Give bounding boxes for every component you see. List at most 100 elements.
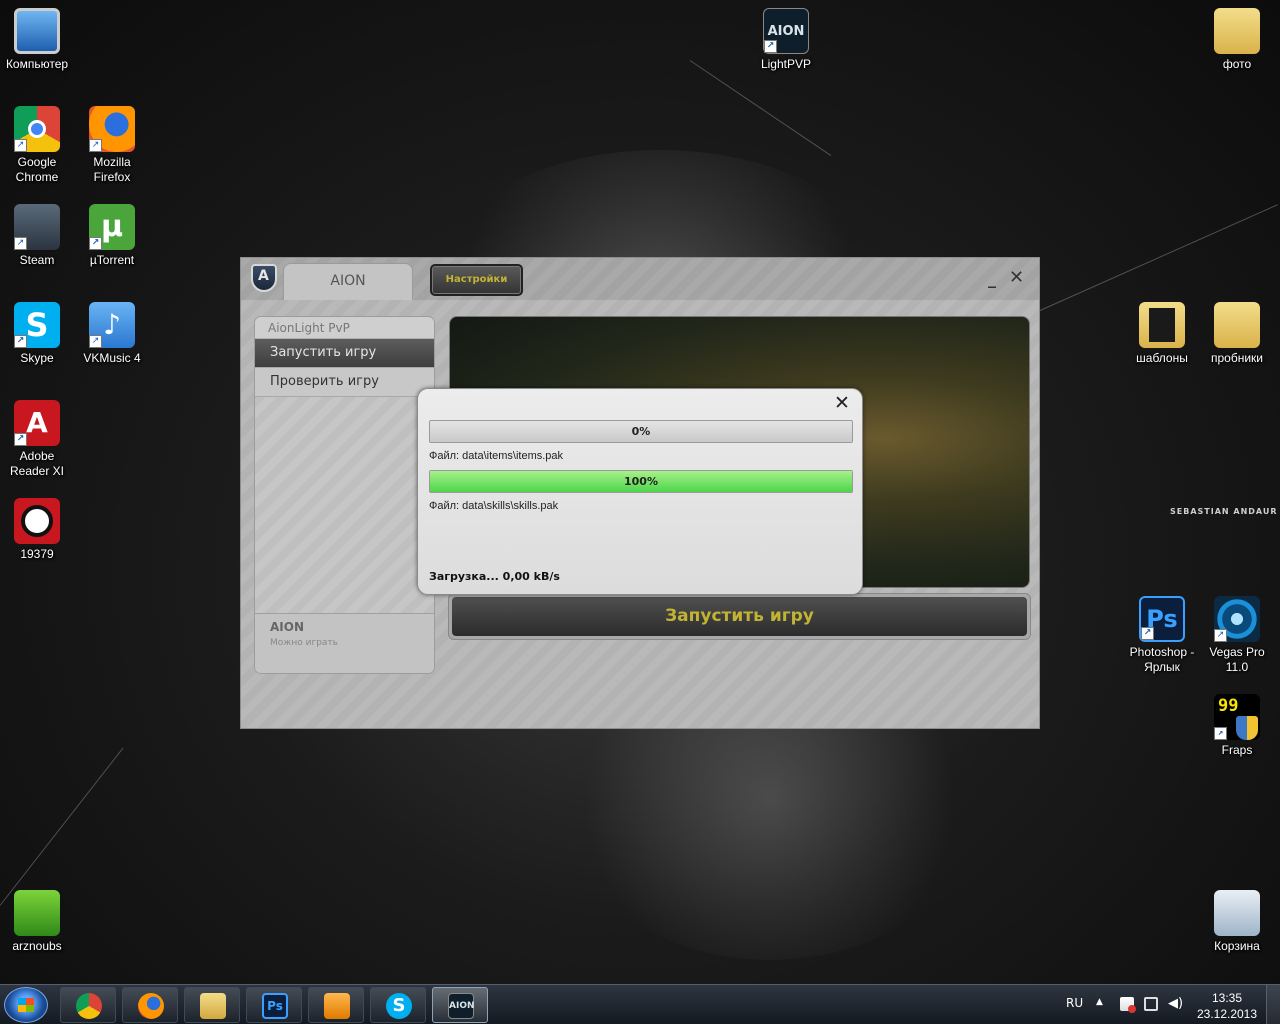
aion-icon: AION ↗ xyxy=(763,8,809,54)
desktop-icon-arznoubs[interactable]: arznoubs xyxy=(0,890,74,954)
clock-date: 23.12.2013 xyxy=(1196,1007,1258,1021)
progress-bar: 100% xyxy=(429,470,853,493)
steam-icon: ↗ xyxy=(14,204,60,250)
footer-title: AION xyxy=(270,620,304,634)
computer-icon xyxy=(14,8,60,54)
icon-label: Vegas Pro 11.0 xyxy=(1209,645,1265,674)
chrome-icon: ↗ xyxy=(14,106,60,152)
desktop-icon-steam[interactable]: ↗ Steam xyxy=(0,204,74,268)
icon-label: фото xyxy=(1222,57,1252,71)
wheel-icon xyxy=(14,498,60,544)
media-player-icon xyxy=(324,993,350,1019)
shortcut-arrow-icon: ↗ xyxy=(89,139,102,152)
show-desktop-button[interactable] xyxy=(1266,985,1280,1024)
folder-icon xyxy=(1139,302,1185,348)
folder-icon xyxy=(200,993,226,1019)
desktop-icon-skype[interactable]: S ↗ Skype xyxy=(0,302,74,366)
icon-label: пробники xyxy=(1210,351,1263,365)
fraps-icon: 99 ↗ xyxy=(1214,694,1260,740)
sidebar-item-check-game[interactable]: Проверить игру xyxy=(255,368,434,397)
desktop-icon-computer[interactable]: Компьютер xyxy=(0,8,74,72)
desktop-icon-shablony[interactable]: шаблоны xyxy=(1125,302,1199,366)
close-button[interactable]: ✕ xyxy=(1009,268,1025,288)
icon-label: Adobe Reader XI xyxy=(9,449,65,478)
start-button[interactable] xyxy=(4,987,48,1023)
taskbar-item-chrome[interactable] xyxy=(60,987,116,1023)
desktop-icon-vegas[interactable]: ↗ Vegas Pro 11.0 xyxy=(1200,596,1274,675)
skype-glyph: S xyxy=(25,306,49,344)
desktop-icon-utorrent[interactable]: µ ↗ µTorrent xyxy=(75,204,149,268)
icon-label: µTorrent xyxy=(89,253,135,267)
desktop-icon-foto[interactable]: фото xyxy=(1200,8,1274,72)
dialog-close-button[interactable]: ✕ xyxy=(832,391,852,415)
shortcut-arrow-icon: ↗ xyxy=(14,335,27,348)
progress-bar: 0% xyxy=(429,420,853,443)
desktop-icon-lightpvp[interactable]: AION ↗ LightPVP xyxy=(749,8,823,72)
shortcut-arrow-icon: ↗ xyxy=(14,139,27,152)
clock-time: 13:35 xyxy=(1211,991,1243,1005)
taskbar-item-media-player[interactable] xyxy=(308,987,364,1023)
wallpaper-watermark: SEBASTIAN ANDAUR xyxy=(1170,507,1278,516)
shortcut-arrow-icon: ↗ xyxy=(89,335,102,348)
icon-label: arznoubs xyxy=(12,939,62,953)
download-speed: Загрузка... 0,00 kB/s xyxy=(429,570,560,583)
taskbar-item-skype[interactable]: S xyxy=(370,987,426,1023)
desktop-icon-photoshop[interactable]: Ps ↗ Photoshop - Ярлык xyxy=(1125,596,1199,675)
action-center-icon[interactable] xyxy=(1120,997,1136,1013)
icon-label: Компьютер xyxy=(5,57,69,71)
utorrent-glyph: µ xyxy=(100,209,124,244)
icon-label: Google Chrome xyxy=(15,155,59,184)
taskbar: Ps S AION RU ▲ ◀) 13:35 23.12.2013 xyxy=(0,984,1280,1024)
network-icon[interactable] xyxy=(1144,997,1158,1011)
folder-icon xyxy=(1214,302,1260,348)
vkmusic-icon: ♪ ↗ xyxy=(89,302,135,348)
fraps-glyph: 99 xyxy=(1218,696,1239,716)
desktop-icon-adobe-reader[interactable]: A ↗ Adobe Reader XI xyxy=(0,400,74,479)
desktop-icon-19379[interactable]: 19379 xyxy=(0,498,74,562)
wallpaper-decoration xyxy=(689,60,832,156)
desktop-icon-probniki[interactable]: пробники xyxy=(1200,302,1274,366)
sidebar-item-launch-game[interactable]: Запустить игру xyxy=(255,339,434,368)
taskbar-item-explorer[interactable] xyxy=(184,987,240,1023)
desktop-icon-fraps[interactable]: 99 ↗ Fraps xyxy=(1200,694,1274,758)
taskbar-item-firefox[interactable] xyxy=(122,987,178,1023)
tab-aion[interactable]: AION xyxy=(283,263,413,300)
icon-label: LightPVP xyxy=(760,57,812,71)
icon-label: 19379 xyxy=(20,547,54,561)
sidebar-footer: AION Можно играть xyxy=(255,613,434,673)
taskbar-item-aion[interactable]: AION xyxy=(432,987,488,1023)
adobe-reader-icon: A ↗ xyxy=(14,400,60,446)
shortcut-arrow-icon: ↗ xyxy=(89,237,102,250)
sidebar-header: AionLight PvP xyxy=(255,317,434,339)
skype-icon: S ↗ xyxy=(14,302,60,348)
shield-logo-icon xyxy=(251,264,277,292)
launch-game-button[interactable]: Запустить игру xyxy=(452,597,1027,636)
launcher-titlebar[interactable]: AION Настройки _ ✕ xyxy=(241,258,1039,300)
vegas-icon: ↗ xyxy=(1214,596,1260,642)
language-indicator[interactable]: RU xyxy=(1066,996,1083,1010)
taskbar-item-photoshop[interactable]: Ps xyxy=(246,987,302,1023)
footer-status: Можно играть xyxy=(270,638,338,648)
minimize-button[interactable]: _ xyxy=(988,270,1002,288)
desktop-icon-firefox[interactable]: ↗ Mozilla Firefox xyxy=(75,106,149,185)
shield-app-icon xyxy=(14,890,60,936)
icon-label: Photoshop - Ярлык xyxy=(1129,645,1195,674)
firefox-icon: ↗ xyxy=(89,106,135,152)
desktop-icon-chrome[interactable]: ↗ Google Chrome xyxy=(0,106,74,185)
volume-icon[interactable]: ◀) xyxy=(1168,997,1183,1011)
icon-label: VKMusic 4 xyxy=(83,351,141,365)
desktop-icon-recycle-bin[interactable]: Корзина xyxy=(1200,890,1274,954)
desktop-icon-vkmusic[interactable]: ♪ ↗ VKMusic 4 xyxy=(75,302,149,366)
shortcut-arrow-icon: ↗ xyxy=(14,237,27,250)
chrome-icon xyxy=(76,993,102,1019)
progress-percent: 0% xyxy=(631,425,651,438)
show-hidden-icons-button[interactable]: ▲ xyxy=(1096,997,1103,1007)
icon-label: Mozilla Firefox xyxy=(93,155,131,184)
aion-glyph: AION xyxy=(767,24,805,39)
shortcut-arrow-icon: ↗ xyxy=(1141,627,1154,640)
firefox-icon xyxy=(138,993,164,1019)
launch-button-frame: Запустить игру xyxy=(448,593,1031,640)
icon-label: Fraps xyxy=(1221,743,1253,757)
system-clock[interactable]: 13:35 23.12.2013 xyxy=(1195,990,1259,1022)
settings-button[interactable]: Настройки xyxy=(430,264,523,296)
